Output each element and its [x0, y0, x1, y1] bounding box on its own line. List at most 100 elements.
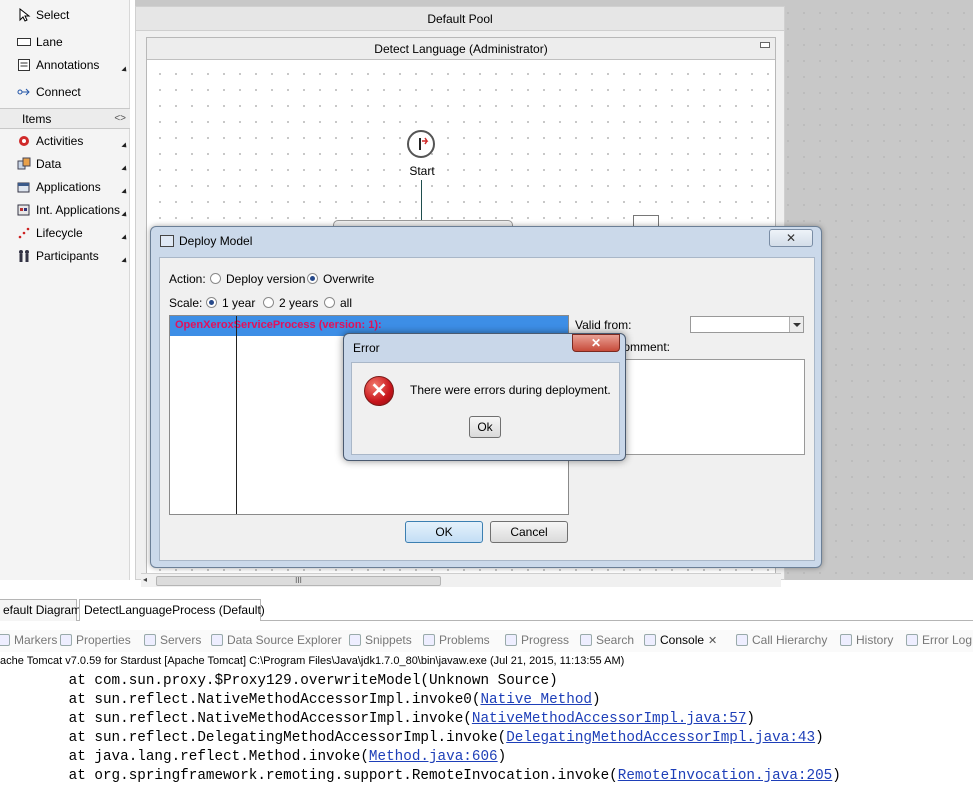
console-output[interactable]: at com.sun.proxy.$Proxy129.overwriteMode… — [0, 671, 973, 787]
tab-servers-label: Servers — [160, 633, 202, 647]
overwrite-radio[interactable] — [307, 273, 318, 284]
valid-from-label: Valid from: — [575, 318, 632, 332]
palette-lifecycle[interactable]: Lifecycle — [0, 222, 130, 244]
console-line-text: at com.sun.proxy.$Proxy129.overwriteMode… — [0, 673, 558, 689]
stack-trace-link[interactable]: Native Method — [480, 692, 592, 708]
valid-from-combo[interactable] — [690, 316, 804, 333]
palette-participants[interactable]: Participants — [0, 245, 130, 267]
tab-console[interactable]: Console ✕ — [644, 633, 717, 647]
expand-arrow-icon[interactable] — [121, 142, 129, 150]
scale-label: Scale: — [169, 296, 203, 310]
pool-title: Default Pool — [136, 7, 784, 31]
tab-markers[interactable]: Markers — [0, 633, 57, 647]
expand-arrow-icon[interactable] — [121, 234, 129, 242]
column-divider[interactable] — [236, 316, 237, 514]
tab-progress-label: Progress — [521, 633, 570, 647]
console-icon — [644, 634, 656, 646]
console-line: at com.sun.proxy.$Proxy129.overwriteMode… — [0, 673, 558, 689]
tab-call-hierarchy[interactable]: Call Hierarchy — [736, 633, 827, 647]
palette: Select Lane Annotations Connect Items <> — [0, 0, 130, 580]
palette-connect-label: Connect — [36, 85, 81, 99]
expand-arrow-icon[interactable] — [121, 188, 129, 196]
one-year-label[interactable]: 1 year — [222, 296, 255, 310]
palette-items-drawer[interactable]: Items <> — [0, 108, 130, 129]
cursor-arrow-icon — [17, 7, 31, 22]
transition-edge[interactable] — [421, 180, 422, 220]
tab-snippets[interactable]: Snippets — [349, 633, 412, 647]
tab-history[interactable]: History — [840, 633, 893, 647]
deploy-version-label[interactable]: Deploy version — [226, 272, 305, 286]
tab-error-log-label: Error Log — [922, 633, 973, 647]
app-window: Select Lane Annotations Connect Items <> — [0, 0, 973, 787]
minimize-icon[interactable] — [760, 42, 770, 48]
horizontal-scrollbar[interactable]: ◂ III — [141, 573, 781, 587]
tab-data-source-explorer[interactable]: Data Source Explorer — [211, 633, 342, 647]
start-figure-icon — [419, 137, 429, 150]
chevron-down-icon[interactable] — [789, 317, 803, 332]
tab-progress[interactable]: Progress — [505, 633, 569, 647]
close-button[interactable]: ✕ — [572, 334, 620, 352]
error-log-icon — [906, 634, 918, 646]
palette-data[interactable]: Data — [0, 153, 130, 175]
stack-trace-link[interactable]: DelegatingMethodAccessorImpl.java:43 — [506, 730, 815, 746]
search-icon — [580, 634, 592, 646]
expand-arrow-icon[interactable] — [121, 165, 129, 173]
tab-markers-label: Markers — [14, 633, 58, 647]
tab-detect-language-process[interactable]: DetectLanguageProcess (Default) — [79, 599, 265, 621]
dialog-title: Deploy Model — [179, 234, 253, 248]
error-message: There were errors during deployment. — [410, 383, 611, 397]
console-line: at java.lang.reflect.Method.invoke(Metho… — [0, 749, 507, 765]
palette-select[interactable]: Select — [0, 4, 130, 26]
deploy-cancel-button[interactable]: Cancel — [490, 521, 568, 543]
expand-arrow-icon[interactable] — [121, 211, 129, 219]
palette-int-applications[interactable]: Int. Applications — [0, 199, 130, 221]
tab-servers[interactable]: Servers — [144, 633, 201, 647]
stack-trace-link[interactable]: RemoteInvocation.java:205 — [618, 768, 833, 784]
stack-trace-link[interactable]: Method.java:606 — [369, 749, 498, 765]
problems-icon — [423, 634, 435, 646]
tab-search[interactable]: Search — [580, 633, 634, 647]
close-button[interactable]: ✕ — [769, 229, 813, 247]
palette-connect[interactable]: Connect — [0, 81, 130, 103]
palette-applications-label: Applications — [36, 180, 101, 194]
dialog-titlebar[interactable]: Deploy Model ✕ — [151, 227, 821, 255]
palette-activities-label: Activities — [36, 134, 84, 148]
all-radio[interactable] — [324, 297, 335, 308]
two-years-radio[interactable] — [263, 297, 274, 308]
tab-error-log[interactable]: Error Log — [906, 633, 972, 647]
overwrite-label[interactable]: Overwrite — [323, 272, 374, 286]
history-icon — [840, 634, 852, 646]
scroll-left-icon[interactable]: ◂ — [143, 575, 147, 584]
collapse-icon[interactable]: <> — [114, 113, 126, 124]
palette-applications[interactable]: Applications — [0, 176, 130, 198]
scrollbar-thumb[interactable]: III — [156, 576, 441, 586]
participants-icon — [17, 249, 31, 263]
console-line-text: ) — [815, 730, 824, 746]
error-dialog-title: Error — [353, 341, 380, 355]
palette-annotations[interactable]: Annotations — [0, 54, 130, 76]
two-years-label[interactable]: 2 years — [279, 296, 318, 310]
lifecycle-icon — [17, 226, 31, 240]
one-year-radio[interactable] — [206, 297, 217, 308]
tab-default-diagram[interactable]: efault Diagram — [0, 599, 81, 621]
expand-arrow-icon[interactable] — [121, 66, 129, 74]
all-label[interactable]: all — [340, 296, 352, 310]
activity-gear-icon — [17, 134, 31, 148]
deploy-version-radio[interactable] — [210, 273, 221, 284]
close-icon[interactable]: ✕ — [708, 635, 717, 647]
expand-arrow-icon[interactable] — [121, 257, 129, 265]
console-line-text: at java.lang.reflect.Method.invoke( — [0, 749, 369, 765]
console-line: at sun.reflect.NativeMethodAccessorImpl.… — [0, 711, 755, 727]
error-ok-button[interactable]: Ok — [469, 416, 501, 438]
tab-problems[interactable]: Problems — [423, 633, 490, 647]
console-line-text: at sun.reflect.DelegatingMethodAccessorI… — [0, 730, 507, 746]
palette-lane[interactable]: Lane — [0, 31, 130, 53]
start-event-node[interactable] — [407, 130, 435, 158]
tab-properties[interactable]: Properties — [60, 633, 131, 647]
palette-activities[interactable]: Activities — [0, 130, 130, 152]
servers-icon — [144, 634, 156, 646]
console-line-text: at org.springframework.remoting.support.… — [0, 768, 618, 784]
palette-int-applications-label: Int. Applications — [36, 203, 121, 217]
deploy-ok-button[interactable]: OK — [405, 521, 483, 543]
stack-trace-link[interactable]: NativeMethodAccessorImpl.java:57 — [472, 711, 747, 727]
